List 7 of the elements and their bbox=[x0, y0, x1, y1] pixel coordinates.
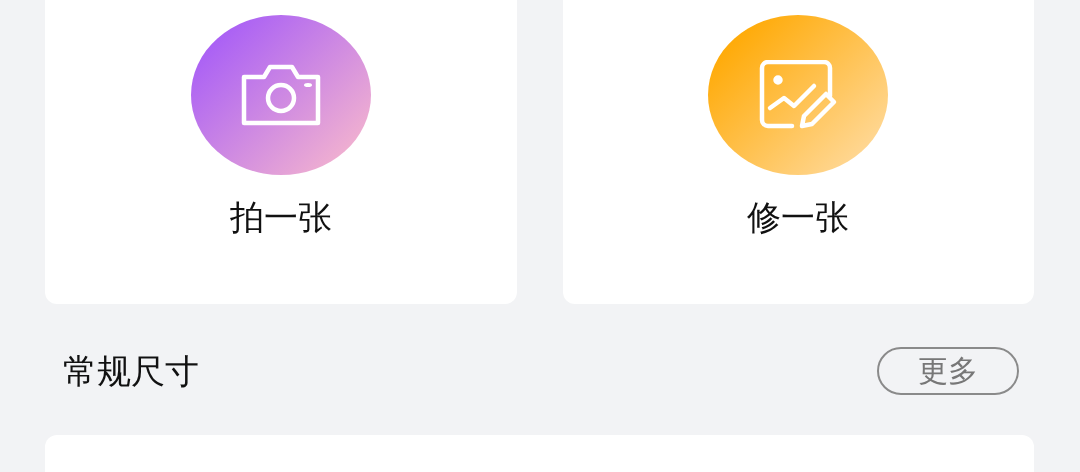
section-title: 常规尺寸 bbox=[63, 350, 199, 392]
action-card[interactable]: 修一张 bbox=[562, 0, 1034, 304]
action-label: 拍一张 bbox=[229, 197, 332, 238]
image-edit-icon bbox=[758, 60, 839, 130]
action-card[interactable]: 拍一张 bbox=[45, 0, 517, 304]
more-button[interactable]: 更多 bbox=[877, 347, 1019, 395]
action-label: 修一张 bbox=[747, 197, 850, 238]
